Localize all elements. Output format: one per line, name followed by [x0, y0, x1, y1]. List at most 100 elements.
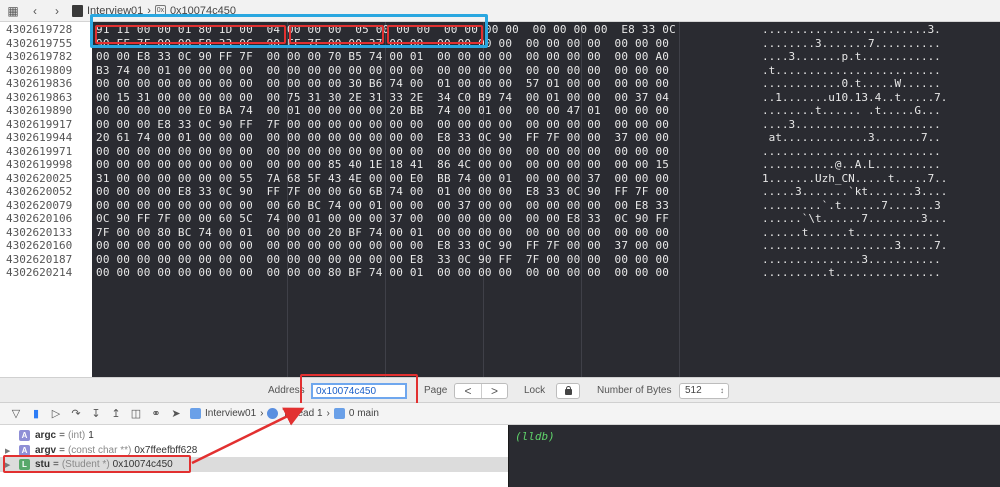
ascii-row[interactable]: ........................... — [762, 145, 941, 159]
ascii-row[interactable]: ........3.......7.......... — [762, 37, 941, 51]
equals-sign: = — [59, 430, 65, 441]
debug-toolbar: ▽ ▮ ▷ ↷ ↧ ↥ ◫ ⚭ ➤ Interview01 › Thread 1… — [0, 403, 1000, 425]
debug-frame[interactable]: 0 main — [349, 408, 379, 419]
memory-address: 4302620133 — [6, 225, 73, 239]
step-over-icon[interactable]: ↷ — [66, 406, 86, 422]
lldb-console[interactable]: (lldb) — [508, 425, 1000, 487]
lock-label: Lock — [524, 385, 546, 396]
console-prompt: (lldb) — [515, 430, 555, 443]
page-label: Page — [424, 385, 448, 396]
ascii-row[interactable]: .t......................... — [762, 64, 941, 78]
isa-highlight-box — [95, 25, 286, 44]
ascii-row[interactable]: .........................3. — [762, 23, 941, 37]
separator-icon: › — [326, 408, 330, 419]
frame-icon — [333, 408, 345, 419]
hex-row[interactable]: 20 61 74 00 01 00 00 00 00 00 00 00 00 0… — [96, 131, 669, 145]
hex-row[interactable]: 00 00 00 00 00 00 00 00 00 60 BC 74 00 0… — [96, 199, 669, 213]
ascii-row[interactable]: ....................3.....7. — [762, 239, 947, 253]
hex-row[interactable]: 00 00 E8 33 0C 90 FF 7F 00 00 00 70 B5 7… — [96, 50, 669, 64]
ascii-row[interactable]: ....3...................... — [762, 118, 941, 132]
grid-icon[interactable]: ▦ — [6, 4, 20, 18]
view-hierarchy-icon[interactable]: ◫ — [126, 406, 146, 422]
memory-address: 4302620160 — [6, 239, 73, 252]
location-icon[interactable]: ➤ — [166, 406, 186, 422]
lock-icon — [565, 389, 572, 395]
bytes-label: Number of Bytes — [597, 385, 672, 396]
hex-row[interactable]: 00 00 00 E8 33 0C 90 FF 7F 00 00 00 00 0… — [96, 118, 669, 132]
hide-debug-area-icon[interactable]: ▽ — [6, 406, 26, 422]
memory-address: 4302619782 — [6, 50, 73, 63]
variable-name: argc — [35, 430, 57, 441]
bytes-select[interactable]: 512 ↕ — [679, 383, 729, 399]
continue-icon[interactable]: ▷ — [46, 406, 66, 422]
ascii-row[interactable]: ...........@..A.L.......... — [762, 158, 941, 172]
variable-type: (int) — [67, 430, 86, 441]
debug-process[interactable]: Interview01 — [205, 408, 256, 419]
hex-row[interactable]: 00 00 00 00 00 00 00 00 00 00 00 00 30 B… — [96, 77, 669, 91]
ascii-row[interactable]: at.............3.......7.. — [762, 131, 941, 145]
memory-address: 4302619809 — [6, 63, 73, 77]
memory-address: 4302619998 — [6, 158, 73, 171]
memory-graph-icon[interactable]: ⚭ — [146, 406, 166, 422]
memory-browser: 4302619728 4302619755 4302619782 4302619809… — [0, 14, 1000, 377]
hex-row[interactable]: B3 74 00 01 00 00 00 00 00 00 00 00 00 0… — [96, 64, 669, 78]
debug-thread[interactable]: Thread 1 — [282, 408, 322, 419]
stu-highlight-box — [3, 455, 191, 473]
ascii-area[interactable]: .........................3. ........3....… — [750, 22, 1000, 377]
hex-row[interactable]: 00 00 00 00 00 E0 BA 74 00 01 00 00 00 0… — [96, 104, 669, 118]
memory-address-bar: Address Page < > Lock Number of Bytes 51… — [0, 374, 1000, 406]
hex-area[interactable]: 91 11 00 00 01 80 1D 00 04 00 00 00 05 0… — [92, 22, 750, 377]
back-arrow-icon[interactable]: ‹ — [28, 4, 42, 18]
memory-address: 4302619944 — [6, 131, 73, 144]
disclosure-triangle-icon[interactable]: ▶ — [5, 447, 15, 455]
ascii-row[interactable]: ............0.t.....W...... — [762, 77, 941, 91]
memory-address: 4302619971 — [6, 144, 73, 158]
project-icon — [72, 4, 83, 17]
memory-address: 4302619728 — [6, 23, 73, 36]
argument-badge-icon: A — [19, 430, 30, 441]
forward-arrow-icon[interactable]: › — [50, 4, 64, 18]
memory-address: 4302619836 — [6, 77, 73, 90]
group-separator — [679, 22, 680, 377]
ascii-row[interactable]: ......t......t............. — [762, 226, 941, 240]
memory-address: 4302619863 — [6, 90, 73, 104]
hex-row[interactable]: 00 00 00 00 00 00 00 00 00 00 00 80 BF 7… — [96, 266, 669, 280]
hex-row[interactable]: 00 00 00 00 00 00 00 00 00 00 00 00 00 0… — [96, 145, 669, 159]
variable-row-argc[interactable]: A argc = (int) 1 — [0, 428, 508, 443]
variables-view: A argc = (int) 1 ▶ A argv = (const char … — [0, 425, 508, 487]
ascii-row[interactable]: ....3.......p.t............ — [762, 50, 941, 64]
page-prev-button[interactable]: < — [455, 384, 481, 398]
hex-row[interactable]: 7F 00 00 80 BC 74 00 01 00 00 00 20 BF 7… — [96, 226, 669, 240]
lock-button[interactable] — [556, 383, 580, 399]
memory-address: 4302620106 — [6, 212, 73, 225]
app-icon — [190, 408, 201, 419]
hex-row[interactable]: 00 15 31 00 00 00 00 00 00 75 31 30 2E 3… — [96, 91, 669, 105]
page-stepper: < > — [454, 383, 508, 399]
memory-address: 4302620025 — [6, 171, 73, 185]
ascii-row[interactable]: .........`.t......7.......3 — [762, 199, 941, 213]
hex-row[interactable]: 00 00 00 00 00 00 00 00 00 00 00 00 00 0… — [96, 239, 669, 253]
ascii-row[interactable]: ......`\t......7........3... — [762, 212, 947, 226]
ascii-row[interactable]: 1.......Uzh_CN.....t.....7.. — [762, 172, 947, 186]
ascii-row[interactable]: .....3.......`kt.......3.... — [762, 185, 947, 199]
page-next-button[interactable]: > — [481, 384, 507, 398]
ascii-row[interactable]: ........t...... .t.....G... — [762, 104, 941, 118]
hex-row[interactable]: 00 00 00 00 00 00 00 00 00 00 00 85 40 1… — [96, 158, 669, 172]
debug-breadcrumb: Interview01 › Thread 1 › 0 main — [190, 408, 379, 419]
hex-row[interactable]: 00 00 00 00 00 00 00 00 00 00 00 00 00 0… — [96, 253, 669, 267]
ascii-row[interactable]: ..1.......u10.13.4..t.....7. — [762, 91, 947, 105]
memory-address: 4302620214 — [6, 266, 73, 279]
step-out-icon[interactable]: ↥ — [106, 406, 126, 422]
hex-row[interactable]: 00 00 00 00 E8 33 0C 90 FF 7F 00 00 60 6… — [96, 185, 669, 199]
ascii-row[interactable]: ..........t................ — [762, 266, 941, 280]
hex-row[interactable]: 31 00 00 00 00 00 00 55 7A 68 5F 43 4E 0… — [96, 172, 669, 186]
memory-address: 4302619890 — [6, 104, 73, 117]
hex-row[interactable]: 0C 90 FF 7F 00 00 60 5C 74 00 01 00 00 0… — [96, 212, 669, 226]
field1-highlight-box — [289, 25, 384, 44]
ascii-row[interactable]: ...............3........... — [762, 253, 941, 267]
memory-address: 4302620187 — [6, 252, 73, 266]
field2-highlight-box — [387, 25, 483, 44]
step-into-icon[interactable]: ↧ — [86, 406, 106, 422]
variable-value: 1 — [88, 430, 94, 441]
breakpoints-toggle-icon[interactable]: ▮ — [26, 406, 46, 422]
